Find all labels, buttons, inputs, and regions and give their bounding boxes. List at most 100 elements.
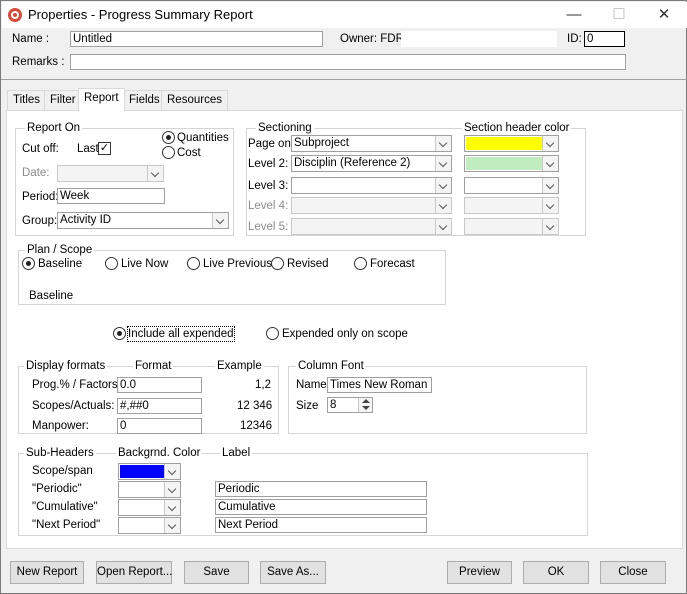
manpower-example: 12346 [240,420,272,432]
level4-label: Level 4: [248,200,289,212]
periodic-label-input[interactable]: Periodic [215,481,427,497]
format-header: Format [133,359,174,373]
live-previous-label: Live Previous [203,258,273,270]
last-checkbox[interactable]: ✓ [98,142,111,155]
open-report-button[interactable]: Open Report... [96,561,172,584]
cumulative-label: "Cumulative" [32,501,98,513]
prog-factors-example: 1,2 [255,379,271,391]
forecast-radio[interactable] [354,257,367,270]
level4-select[interactable] [291,197,452,214]
level3-label: Level 3: [248,180,289,192]
tab-titles[interactable]: Titles [7,90,47,110]
tab-fields[interactable]: Fields [123,90,166,110]
label-header: Label [220,446,253,460]
tab-resources[interactable]: Resources [161,90,228,110]
font-name-input[interactable]: Times New Roman [327,377,432,393]
header-divider [1,79,687,80]
quantities-label: Quantities [177,132,229,144]
level4-color-select[interactable] [464,197,559,214]
cost-radio[interactable] [162,146,175,159]
expended-only-scope-radio[interactable] [266,327,279,340]
page-on-color-select[interactable] [464,135,559,152]
cumulative-color-select[interactable] [118,499,181,516]
level2-label: Level 2: [248,158,289,170]
chevron-down-icon [435,136,451,151]
periodic-color-select[interactable] [118,481,181,498]
periodic-label: "Periodic" [32,483,82,495]
level3-color-select[interactable] [464,177,559,194]
page-on-select[interactable]: Subproject [291,135,452,152]
cumulative-label-input[interactable]: Cumulative [215,499,427,515]
id-label: ID: [567,33,582,45]
manpower-label: Manpower: [32,420,89,432]
tab-filter[interactable]: Filter [44,90,82,110]
next-period-label-input[interactable]: Next Period [215,517,427,533]
section-color-title: Section header color [462,121,572,135]
chevron-down-icon [435,219,451,234]
ok-button[interactable]: OK [523,561,589,584]
font-size-stepper[interactable]: 8 [327,397,373,413]
period-label: Period: [22,191,59,203]
baseline-radio[interactable] [22,257,35,270]
scope-span-color-select[interactable] [118,463,181,480]
include-all-expended-radio[interactable] [113,327,126,340]
date-label: Date: [22,167,50,179]
scopes-actuals-format-input[interactable]: #,##0 [117,398,202,414]
level2-color-select[interactable] [464,155,559,172]
next-period-color-select[interactable] [118,517,181,534]
preview-button[interactable]: Preview [447,561,512,584]
chevron-down-icon [435,178,451,193]
window-title: Properties - Progress Summary Report [28,7,253,22]
sectioning-title: Sectioning [256,121,314,135]
close-button[interactable]: Close [600,561,666,584]
live-previous-radio[interactable] [187,257,200,270]
name-input[interactable]: Untitled [70,31,323,47]
scope-span-label: Scope/span [32,465,93,477]
example-header: Example [215,359,264,373]
color-swatch [466,137,542,150]
maximize-button[interactable]: ☐ [596,2,642,28]
plan-scope-selected: Baseline [29,290,74,302]
stepper-arrows-icon[interactable] [358,398,372,412]
chevron-down-icon [542,136,558,151]
new-report-button[interactable]: New Report [10,561,84,584]
level5-select[interactable] [291,218,452,235]
cost-label: Cost [177,147,201,159]
live-now-radio[interactable] [105,257,118,270]
page-on-label: Page on [248,138,291,150]
period-input[interactable]: Week [57,188,165,204]
owner-field [401,31,557,47]
live-now-label: Live Now [121,258,169,270]
chevron-down-icon [435,156,451,171]
next-period-label: "Next Period" [32,519,101,531]
bg-color-header: Backgrnd. Color [116,446,203,460]
close-window-button[interactable]: ✕ [641,2,687,28]
id-input[interactable]: 0 [584,31,625,47]
level3-select[interactable] [291,177,452,194]
prog-factors-format-input[interactable]: 0.0 [117,377,202,393]
save-button[interactable]: Save [184,561,249,584]
scopes-actuals-label: Scopes/Actuals: [32,400,115,412]
date-select[interactable] [57,165,164,182]
chevron-down-icon [164,482,180,497]
minimize-button[interactable]: — [551,2,597,28]
remarks-input[interactable] [70,54,626,70]
chevron-down-icon [164,464,180,479]
revised-radio[interactable] [271,257,284,270]
title-bar: Properties - Progress Summary Report — ☐… [2,2,687,28]
chevron-down-icon [212,213,228,228]
font-size-value: 8 [330,399,337,411]
group-select[interactable]: Activity ID [57,212,229,229]
level2-select[interactable]: Disciplin (Reference 2) [291,155,452,172]
tab-report[interactable]: Report [78,88,125,111]
group-label: Group: [22,215,58,227]
display-formats-title: Display formats [24,359,108,373]
cutoff-label: Cut off: [22,143,59,155]
revised-label: Revised [287,258,329,270]
manpower-format-input[interactable]: 0 [117,418,202,434]
name-label: Name : [12,33,50,45]
level5-color-select[interactable] [464,218,559,235]
chevron-down-icon [542,156,558,171]
save-as-button[interactable]: Save As... [260,561,326,584]
quantities-radio[interactable] [162,131,175,144]
